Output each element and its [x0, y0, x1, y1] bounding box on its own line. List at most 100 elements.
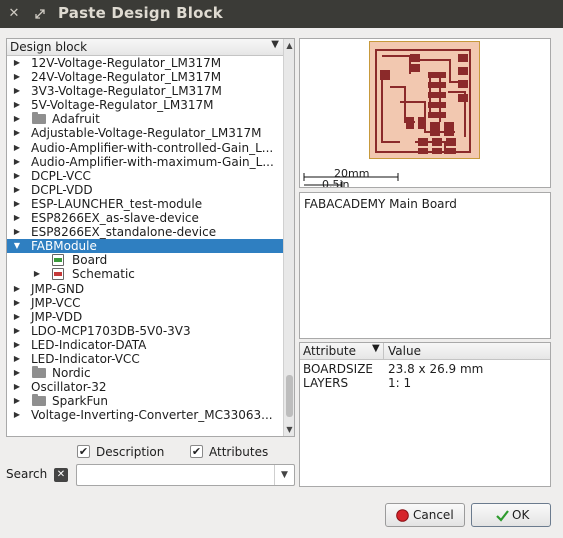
tree-item-label: LED-Indicator-DATA — [31, 337, 147, 352]
tree-item[interactable]: ▶ JMP-VDD — [7, 310, 284, 324]
scroll-up-icon[interactable]: ▲ — [285, 41, 294, 50]
expand-arrow-icon[interactable]: ▶ — [12, 324, 22, 338]
expand-arrow-icon[interactable]: ▶ — [12, 169, 22, 183]
scrollbar-thumb[interactable] — [286, 375, 293, 417]
expand-arrow-icon[interactable]: ▶ — [12, 84, 22, 98]
tree-item-label: Board — [72, 253, 108, 268]
tree-item-label: 3V3-Voltage-Regulator_LM317M — [31, 84, 222, 99]
expand-arrow-icon[interactable]: ▶ — [12, 394, 22, 408]
tree-item[interactable]: Board — [7, 253, 284, 267]
tree-item[interactable]: ▶ 5V-Voltage-Regulator_LM317M — [7, 98, 284, 112]
tree-item[interactable]: ▶ ESP8266EX_as-slave-device — [7, 211, 284, 225]
attributes-checkbox-label[interactable]: Attributes — [209, 445, 268, 459]
tree-item[interactable]: ▶ ESP8266EX_standalone-device — [7, 225, 284, 239]
search-dropdown-icon[interactable]: ▼ — [274, 465, 294, 485]
expand-arrow-icon[interactable]: ▶ — [12, 380, 22, 394]
attribute-value: 1: 1 — [388, 376, 412, 390]
tree-item-label: LDO-MCP1703DB-5V0-3V3 — [31, 323, 191, 338]
description-checkbox-label[interactable]: Description — [96, 445, 164, 459]
collapse-arrow-icon[interactable]: ▼ — [12, 239, 22, 253]
tree-item[interactable]: ▶ LDO-MCP1703DB-5V0-3V3 — [7, 324, 284, 338]
tree-item-label: JMP-GND — [31, 281, 85, 296]
expand-arrow-icon[interactable]: ▶ — [12, 225, 22, 239]
tree-item[interactable]: ▶ Audio-Amplifier-with-maximum-Gain_L... — [7, 155, 284, 169]
tree-item[interactable]: ▶ Adjustable-Voltage-Regulator_LM317M — [7, 126, 284, 140]
expand-arrow-icon[interactable]: ▶ — [12, 155, 22, 169]
attribute-column-header[interactable]: Attribute — [303, 344, 356, 358]
search-input[interactable] — [79, 466, 273, 484]
tree-item[interactable]: ▶ Audio-Amplifier-with-controlled-Gain_L.… — [7, 141, 284, 155]
search-combobox[interactable]: ▼ — [76, 464, 295, 486]
expand-arrow-icon[interactable]: ▶ — [12, 197, 22, 211]
expand-arrow-icon[interactable]: ▶ — [12, 56, 22, 70]
tree-item[interactable]: ▶ 24V-Voltage-Regulator_LM317M — [7, 70, 284, 84]
expand-arrow-icon[interactable]: ▶ — [12, 408, 22, 422]
tree-item[interactable]: ▼ FABModule — [7, 239, 284, 254]
tree-item[interactable]: ▶ 12V-Voltage-Regulator_LM317M — [7, 56, 284, 70]
description-text: FABACADEMY Main Board — [304, 197, 457, 211]
expand-arrow-icon[interactable]: ▶ — [32, 267, 42, 281]
attribute-value: 23.8 x 26.9 mm — [388, 362, 484, 376]
sort-arrow-icon: ▼ — [271, 39, 279, 50]
tree-item-label: Voltage-Inverting-Converter_MC33063... — [31, 408, 273, 423]
clear-search-icon[interactable]: ✕ — [54, 468, 68, 482]
expand-arrow-icon[interactable]: ▶ — [12, 352, 22, 366]
sort-arrow-icon: ▼ — [372, 343, 380, 354]
tree-item[interactable]: ▶ Adafruit — [7, 112, 284, 126]
tree-item-label: 5V-Voltage-Regulator_LM317M — [31, 98, 214, 113]
maximize-icon[interactable] — [33, 7, 47, 21]
expand-arrow-icon[interactable]: ▶ — [12, 211, 22, 225]
tree-item[interactable]: ▶ Oscillator-32 — [7, 380, 284, 394]
tree-item[interactable]: ▶ JMP-VCC — [7, 296, 284, 310]
cancel-button-label: Cancel — [413, 508, 454, 522]
folder-icon — [32, 394, 46, 407]
cancel-button[interactable]: Cancel — [385, 503, 465, 527]
expand-arrow-icon[interactable]: ▶ — [12, 98, 22, 112]
tree-item[interactable]: ▶ LED-Indicator-DATA — [7, 338, 284, 352]
column-divider[interactable] — [383, 343, 384, 360]
board-traces — [375, 49, 471, 154]
expand-arrow-icon[interactable]: ▶ — [12, 338, 22, 352]
expand-arrow-icon[interactable]: ▶ — [12, 112, 22, 126]
ok-button[interactable]: OK — [471, 503, 551, 527]
tree-item[interactable]: ▶ Voltage-Inverting-Converter_MC33063... — [7, 408, 284, 422]
board-preview-image — [369, 41, 480, 159]
tree-item-label: Oscillator-32 — [31, 380, 107, 395]
expand-arrow-icon[interactable]: ▶ — [12, 70, 22, 84]
expand-arrow-icon[interactable]: ▶ — [12, 296, 22, 310]
tree-scrollbar[interactable]: ▲ ▼ — [283, 39, 294, 436]
tree-item[interactable]: ▶ DCPL-VDD — [7, 183, 284, 197]
tree-column-header[interactable]: Design block ▼ — [7, 39, 284, 56]
tree-item[interactable]: ▶ JMP-GND — [7, 282, 284, 296]
tree-item[interactable]: ▶ DCPL-VCC — [7, 169, 284, 183]
tree-item-label: DCPL-VCC — [31, 168, 91, 183]
expand-arrow-icon[interactable]: ▶ — [12, 310, 22, 324]
expand-arrow-icon[interactable]: ▶ — [12, 126, 22, 140]
table-row[interactable]: BOARDSIZE 23.8 x 26.9 mm — [300, 362, 550, 376]
expand-arrow-icon[interactable]: ▶ — [12, 141, 22, 155]
tree-item[interactable]: ▶ ESP-LAUNCHER_test-module — [7, 197, 284, 211]
tree-item[interactable]: ▶ 3V3-Voltage-Regulator_LM317M — [7, 84, 284, 98]
tree-item[interactable]: ▶ LED-Indicator-VCC — [7, 352, 284, 366]
tree-item-label: Audio-Amplifier-with-maximum-Gain_L... — [31, 154, 274, 169]
attributes-header[interactable]: Attribute ▼ Value — [300, 343, 550, 360]
tree-item-label: Schematic — [72, 267, 135, 282]
expand-arrow-icon[interactable]: ▶ — [12, 366, 22, 380]
value-column-header[interactable]: Value — [388, 344, 421, 358]
tree-item[interactable]: ▶ SparkFun — [7, 394, 284, 408]
close-icon[interactable]: ✕ — [5, 5, 23, 23]
expand-arrow-icon[interactable]: ▶ — [12, 183, 22, 197]
table-row[interactable]: LAYERS 1: 1 — [300, 376, 550, 390]
tree-item[interactable]: ▶ Schematic — [7, 267, 284, 281]
scroll-down-icon[interactable]: ▼ — [285, 425, 294, 434]
expand-arrow-icon[interactable]: ▶ — [12, 282, 22, 296]
tree-item[interactable]: ▶ Nordic — [7, 366, 284, 380]
tree-item-label: 24V-Voltage-Regulator_LM317M — [31, 70, 222, 85]
cancel-icon — [396, 509, 409, 522]
description-checkbox[interactable]: ✔ — [77, 445, 90, 458]
tree-rows: ▶ 12V-Voltage-Regulator_LM317M ▶ 24V-Voltag… — [7, 56, 284, 422]
attributes-checkbox[interactable]: ✔ — [190, 445, 203, 458]
search-label: Search — [6, 467, 48, 481]
design-block-tree[interactable]: Design block ▼ ▶ 12V-Voltage-Regulator_LM… — [6, 38, 295, 437]
tree-item-label: JMP-VDD — [31, 309, 83, 324]
